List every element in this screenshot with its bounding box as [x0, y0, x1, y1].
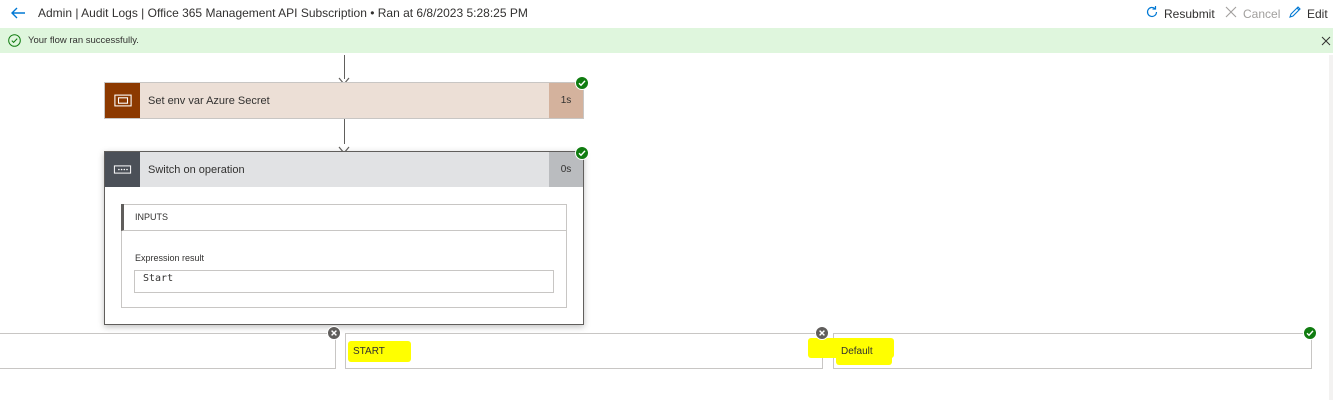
dismiss-icon[interactable]	[1320, 34, 1332, 46]
case-label: Default	[841, 346, 873, 357]
skipped-icon	[327, 326, 341, 340]
resubmit-icon	[1145, 5, 1159, 22]
pencil-icon	[1288, 5, 1302, 22]
inputs-header[interactable]: INPUTS	[121, 204, 567, 231]
arrow-down-icon	[338, 141, 350, 154]
case-start[interactable]	[345, 333, 823, 369]
skipped-icon	[815, 326, 829, 340]
success-check-icon	[1303, 326, 1317, 340]
expression-result-value: Start	[134, 270, 554, 293]
action-title: Set env var Azure Secret	[148, 95, 270, 107]
vertical-scrollbar[interactable]	[1329, 55, 1333, 400]
check-circle-icon	[8, 34, 21, 47]
success-banner	[0, 28, 1333, 53]
close-icon	[1224, 5, 1238, 22]
switch-icon	[105, 152, 140, 187]
action-title: Switch on operation	[148, 164, 245, 176]
case-label: START	[353, 346, 385, 357]
banner-message: Your flow ran successfully.	[28, 35, 139, 46]
case-lane[interactable]	[0, 333, 336, 369]
cancel-label: Cancel	[1243, 6, 1281, 21]
edit-button[interactable]: Edit	[1288, 5, 1328, 22]
arrow-down-icon	[338, 72, 350, 85]
variable-icon	[105, 83, 140, 118]
success-check-icon	[575, 146, 589, 160]
cancel-button[interactable]: Cancel	[1224, 5, 1280, 22]
page-title: Admin | Audit Logs | Office 365 Manageme…	[38, 6, 528, 20]
resubmit-label: Resubmit	[1164, 6, 1215, 21]
edit-label: Edit	[1307, 6, 1328, 21]
back-arrow-icon[interactable]	[8, 3, 28, 23]
case-default[interactable]	[833, 333, 1312, 369]
expression-result-label: Expression result	[135, 253, 205, 263]
success-check-icon	[575, 76, 589, 90]
resubmit-button[interactable]: Resubmit	[1145, 5, 1215, 22]
